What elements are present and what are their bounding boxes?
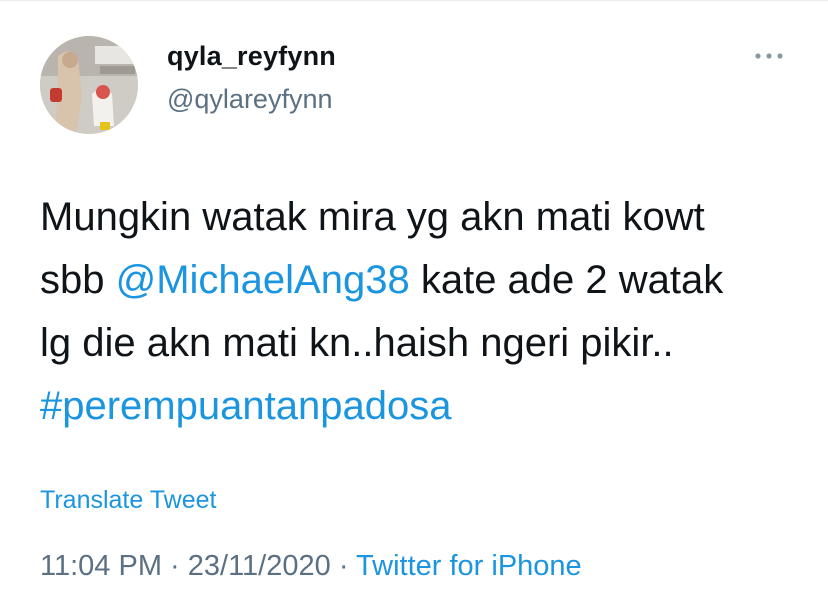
avatar[interactable] bbox=[40, 36, 138, 134]
top-divider bbox=[0, 0, 828, 1]
mention-link[interactable]: @MichaelAng38 bbox=[116, 258, 410, 302]
tweet-source-link[interactable]: Twitter for iPhone bbox=[356, 550, 582, 582]
user-handle[interactable]: @qylareyfynn bbox=[167, 84, 332, 115]
tweet-line: lg die akn mati kn..haish ngeri pikir.. bbox=[40, 321, 674, 365]
tweet-text: Mungkin watak mira yg akn mati kowt sbb … bbox=[40, 186, 800, 438]
tweet-meta: 11:04 PM · 23/11/2020 · Twitter for iPho… bbox=[40, 550, 582, 583]
display-name[interactable]: qyla_reyfynn bbox=[167, 41, 336, 72]
tweet-line-text: sbb bbox=[40, 258, 116, 302]
hashtag-link[interactable]: #perempuantanpadosa bbox=[40, 375, 800, 438]
tweet-line-text: kate ade 2 watak bbox=[409, 258, 724, 302]
tweet-time[interactable]: 11:04 PM bbox=[40, 550, 162, 582]
separator: · bbox=[161, 550, 188, 582]
tweet-line: Mungkin watak mira yg akn mati kowt bbox=[40, 195, 705, 239]
more-dots-icon[interactable] bbox=[752, 44, 786, 68]
tweet-line: sbb @MichaelAng38 kate ade 2 watak bbox=[40, 249, 800, 312]
tweet-date[interactable]: 23/11/2020 bbox=[188, 550, 331, 582]
translate-tweet-link[interactable]: Translate Tweet bbox=[40, 486, 216, 515]
separator: · bbox=[330, 550, 357, 582]
